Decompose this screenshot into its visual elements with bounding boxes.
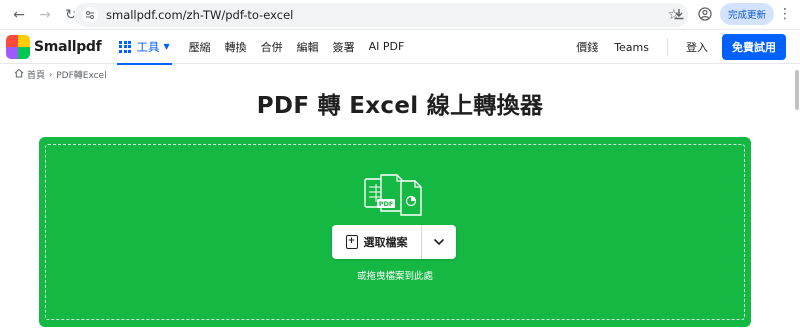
back-button[interactable]: ← [8,4,30,26]
kebab-menu-icon[interactable]: ⋮ [778,6,792,22]
select-file-button[interactable]: + 選取檔案 [332,225,422,259]
site-info-icon[interactable] [82,7,98,23]
chevron-right-icon: › [49,69,53,79]
free-trial-button[interactable]: 免費試用 [722,34,786,60]
login-link[interactable]: 登入 [686,39,708,55]
profile-icon[interactable] [694,3,716,25]
tools-label: 工具 [136,39,160,54]
pdf-badge-label: PDF [379,200,394,208]
nav-teams[interactable]: Teams [614,41,649,54]
update-button[interactable]: 完成更新 [719,3,774,25]
pdf-to-excel-illustration-icon: PDF [364,174,422,216]
header-divider [667,38,668,56]
tools-menu[interactable]: 工具 ▼ [117,30,172,65]
arrow-left-icon: ← [13,6,25,23]
file-plus-icon: + [345,235,358,249]
logo-mark-icon [6,34,30,59]
url-text[interactable]: smallpdf.com/zh-TW/pdf-to-excel [106,8,667,22]
drop-hint-text: 或拖曳檔案到此處 [356,271,433,282]
file-dropzone[interactable]: PDF + 選取檔案 或拖曳檔案到此處 [39,137,751,327]
caret-down-icon: ▼ [163,42,170,51]
breadcrumb: 首頁 › PDF轉Excel [0,64,800,84]
address-bar[interactable]: smallpdf.com/zh-TW/pdf-to-excel ☆ [74,3,688,27]
breadcrumb-home[interactable]: 首頁 [27,68,45,81]
chevron-down-icon [433,238,445,246]
source-dropdown-button[interactable] [422,225,456,259]
browser-toolbar: ← → ↻ smallpdf.com/zh-TW/pdf-to-excel ☆ … [0,0,800,30]
breadcrumb-current: PDF轉Excel [56,70,107,81]
download-icon[interactable] [668,3,690,25]
grid-icon [119,40,132,53]
nav-sign[interactable]: 簽署 [333,39,355,55]
logo[interactable]: Smallpdf [6,34,102,59]
brand-name: Smallpdf [34,38,102,55]
arrow-right-icon: → [39,6,51,23]
nav-convert[interactable]: 轉換 [225,39,247,55]
home-icon[interactable] [14,68,24,81]
page-scrollbar[interactable] [794,64,800,264]
page-title: PDF 轉 Excel 線上轉換器 [256,93,544,119]
select-file-label: 選取檔案 [363,236,408,249]
forward-button[interactable]: → [34,4,56,26]
nav-ai-pdf[interactable]: AI PDF [369,40,405,53]
nav-edit[interactable]: 編輯 [297,39,319,55]
nav-compress[interactable]: 壓縮 [189,39,211,55]
nav-merge[interactable]: 合併 [261,39,283,55]
file-select-group: + 選取檔案 [332,225,456,259]
nav-pricing[interactable]: 價錢 [576,39,598,55]
site-header: Smallpdf 工具 ▼ 壓縮 轉換 合併 編輯 簽署 AI PDF 價錢 T… [0,30,800,65]
